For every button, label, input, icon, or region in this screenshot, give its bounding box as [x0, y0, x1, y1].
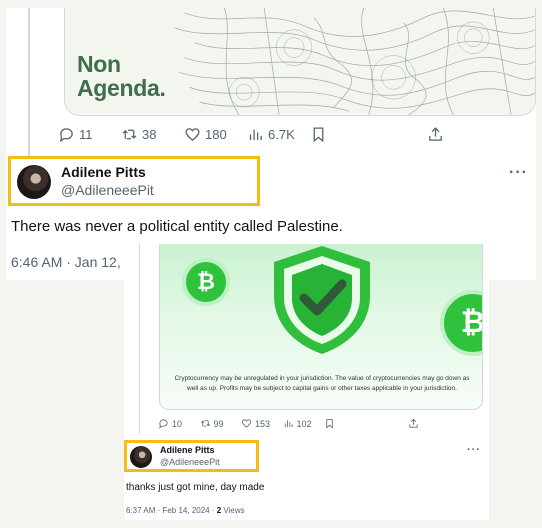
repost-count: 38	[142, 127, 157, 142]
outer-tweet: Non Agenda. 11 38 180 6.7K Adilene Pitts…	[6, 8, 536, 280]
share-button[interactable]	[408, 418, 482, 429]
analytics-icon	[249, 129, 262, 141]
bookmark-icon	[326, 418, 333, 429]
repost-button[interactable]: 99	[200, 418, 242, 429]
share-group	[324, 418, 482, 429]
reply-button[interactable]: 10	[158, 418, 200, 429]
views-button[interactable]: 102	[283, 418, 325, 429]
repost-button[interactable]: 38	[121, 126, 184, 143]
screenshot-stage: Non Agenda. 11 38 180 6.7K Adilene Pitts…	[0, 0, 542, 528]
analytics-icon	[284, 420, 293, 428]
more-options-icon[interactable]: ···	[509, 164, 528, 182]
embedded-tweet-screenshot: ₿ ₿ Cryptocurrency may be unregulated in…	[124, 244, 489, 520]
repost-count: 99	[213, 418, 224, 429]
reply-count: 10	[172, 418, 183, 429]
views-count: 102	[296, 418, 312, 429]
views-label: Views	[221, 506, 245, 515]
views-count: 6.7K	[268, 127, 295, 142]
media-title-line1: Non	[77, 51, 121, 77]
bookmark-button[interactable]	[310, 126, 413, 143]
heart-icon	[185, 128, 200, 141]
views-button[interactable]: 6.7K	[247, 126, 310, 143]
media-title: Non Agenda.	[77, 52, 166, 100]
avatar[interactable]	[130, 446, 152, 468]
like-count: 180	[205, 127, 227, 142]
author-highlight-box: Adilene Pitts @AdileneeePit	[124, 440, 259, 472]
bookmark-button[interactable]	[324, 418, 398, 429]
timestamp-text: 6:37 AM · Feb 14, 2024 ·	[126, 506, 217, 515]
author-highlight-box: Adilene Pitts @AdileneeePit	[8, 156, 260, 206]
more-options-icon[interactable]: ···	[467, 444, 481, 456]
share-group	[310, 126, 530, 143]
action-bar: 11 38 180 6.7K	[58, 126, 536, 143]
reply-icon	[159, 419, 168, 429]
share-icon	[429, 127, 442, 141]
media-title-line2: Agenda.	[77, 75, 166, 101]
reply-button[interactable]: 11	[58, 126, 121, 143]
crypto-ad-image[interactable]: ₿ ₿ Cryptocurrency may be unregulated in…	[159, 244, 483, 410]
thread-line	[28, 8, 30, 156]
author-name[interactable]: Adilene Pitts	[160, 445, 215, 455]
tweet-text: thanks just got mine, day made	[126, 482, 265, 493]
reply-icon	[59, 128, 73, 143]
action-bar: 10 99 153 102	[158, 418, 488, 429]
like-count: 153	[255, 418, 271, 429]
tweet-text: There was never a political entity calle…	[11, 218, 343, 235]
tweet-timestamp[interactable]: 6:46 AM · Jan 12, 2	[11, 254, 132, 270]
tweet-timestamp[interactable]: 6:37 AM · Feb 14, 2024 · 2 Views	[126, 506, 245, 515]
reply-count: 11	[79, 127, 93, 142]
author-handle[interactable]: @AdileneeePit	[160, 457, 220, 467]
like-button[interactable]: 180	[184, 126, 247, 143]
bitcoin-icon: ₿	[440, 290, 482, 356]
heart-icon	[241, 419, 252, 428]
share-icon	[409, 418, 418, 428]
share-button[interactable]	[427, 126, 530, 143]
shield-check-icon	[274, 246, 370, 354]
thread-line	[139, 244, 140, 434]
avatar[interactable]	[17, 165, 51, 199]
bookmark-icon	[313, 127, 324, 143]
like-button[interactable]: 153	[241, 418, 283, 429]
repost-icon	[122, 129, 137, 140]
bitcoin-icon: ₿	[182, 258, 230, 306]
repost-icon	[200, 420, 210, 427]
author-name[interactable]: Adilene Pitts	[61, 164, 146, 180]
author-handle[interactable]: @AdileneeePit	[61, 182, 154, 198]
disclaimer-text: Cryptocurrency may be unregulated in you…	[174, 375, 470, 392]
media-card[interactable]: Non Agenda.	[64, 8, 536, 116]
